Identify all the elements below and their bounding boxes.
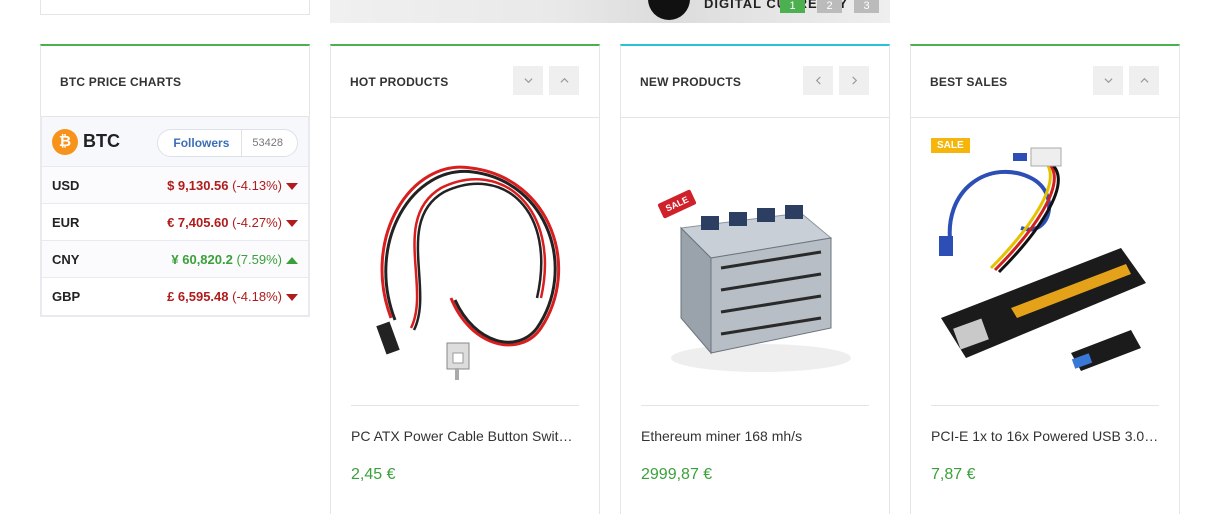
currency-code: USD: [52, 177, 80, 193]
hot-products-panel: HOT PRODUCTS PC ATX Power Cable Button S…: [330, 44, 600, 514]
price-change: (7.59%): [236, 251, 282, 267]
chevron-down-icon: [1103, 78, 1113, 84]
ticker-row: USD $ 9,130.56 (-4.13%): [42, 167, 308, 204]
price-value: € 7,405.60: [167, 214, 229, 230]
btc-panel-title: BTC PRICE CHARTS: [60, 75, 182, 89]
ticker-row: EUR € 7,405.60 (-4.27%): [42, 204, 308, 241]
new-products-nav: [803, 66, 869, 95]
ticker-row: GBP £ 6,595.48 (-4.18%): [42, 278, 308, 315]
product-card[interactable]: SALE Ethereum miner 168 mh/s 2999,87 €: [641, 118, 869, 484]
product-card[interactable]: SALE PCI-E 1x to 16x Powered USB 3.0 E..…: [931, 118, 1159, 484]
followers-button[interactable]: Followers: [158, 130, 243, 156]
banner-slider: DIGITAL CURRENCY 1 2 3: [330, 0, 890, 23]
best-sales-title: BEST SALES: [930, 75, 1008, 89]
product-price: 2999,87 €: [641, 466, 713, 483]
slider-dot-2[interactable]: 2: [817, 0, 842, 13]
hot-products-title: HOT PRODUCTS: [350, 75, 449, 89]
arrow-down-icon: [286, 182, 298, 190]
slider-pagination: 1 2 3: [780, 0, 879, 13]
product-price: 7,87 €: [931, 466, 976, 483]
pcie-riser-image[interactable]: SALE: [931, 118, 1159, 406]
power-switch-cable-image[interactable]: [351, 118, 579, 406]
top-left-box: [40, 0, 310, 15]
chevron-down-icon: [523, 78, 533, 84]
new-products-title: NEW PRODUCTS: [640, 75, 742, 89]
slider-logo-icon: [648, 0, 690, 20]
bitcoin-icon: ₿: [52, 128, 78, 155]
product-name[interactable]: Ethereum miner 168 mh/s: [641, 428, 869, 444]
mining-rig-image[interactable]: SALE: [641, 118, 869, 406]
btc-price-panel: BTC PRICE CHARTS: [40, 44, 310, 117]
chevron-right-icon: [851, 76, 857, 85]
new-products-panel: NEW PRODUCTS SALE Ethereum miner 168 mh/…: [620, 44, 890, 514]
chevron-left-icon: [815, 76, 821, 85]
scroll-down-button[interactable]: [1093, 66, 1123, 95]
scroll-down-button[interactable]: [513, 66, 543, 95]
scroll-up-button[interactable]: [549, 66, 579, 95]
currency-code: CNY: [52, 251, 80, 267]
chevron-up-icon: [1139, 77, 1149, 83]
previous-button[interactable]: [803, 66, 833, 95]
best-sales-nav: [1093, 66, 1159, 95]
currency-code: GBP: [52, 289, 81, 304]
currency-code: EUR: [52, 214, 80, 230]
arrow-down-icon: [286, 294, 298, 302]
scroll-up-button[interactable]: [1129, 66, 1159, 95]
product-price: 2,45 €: [351, 466, 396, 483]
price-value: $ 9,130.56: [167, 177, 229, 193]
product-name[interactable]: PCI-E 1x to 16x Powered USB 3.0 E...: [931, 428, 1159, 444]
price-change: (-4.18%): [232, 289, 282, 304]
arrow-down-icon: [286, 219, 298, 227]
btc-ticker-widget: ₿ BTC Followers 53428 USD $ 9,130.56 (-4…: [40, 116, 310, 317]
chevron-up-icon: [559, 77, 569, 83]
product-card[interactable]: PC ATX Power Cable Button Switch... 2,45…: [351, 118, 579, 484]
sale-badge: SALE: [931, 138, 970, 153]
ticker-row: CNY ¥ 60,820.2 (7.59%): [42, 241, 308, 278]
slider-dot-3[interactable]: 3: [854, 0, 879, 13]
best-sales-panel: BEST SALES SALE PCI-E 1x to 16x Powered …: [910, 44, 1180, 514]
btc-symbol: BTC: [83, 131, 120, 151]
arrow-up-icon: [286, 256, 298, 264]
followers-pill[interactable]: Followers 53428: [157, 129, 298, 157]
price-value: ¥ 60,820.2: [171, 251, 233, 267]
product-name[interactable]: PC ATX Power Cable Button Switch...: [351, 428, 579, 444]
next-button[interactable]: [839, 66, 869, 95]
hot-products-nav: [513, 66, 579, 95]
price-value: £ 6,595.48: [167, 289, 229, 304]
followers-count: 53428: [252, 137, 283, 149]
slider-dot-1[interactable]: 1: [780, 0, 805, 13]
price-change: (-4.13%): [232, 177, 282, 193]
price-change: (-4.27%): [232, 214, 282, 230]
